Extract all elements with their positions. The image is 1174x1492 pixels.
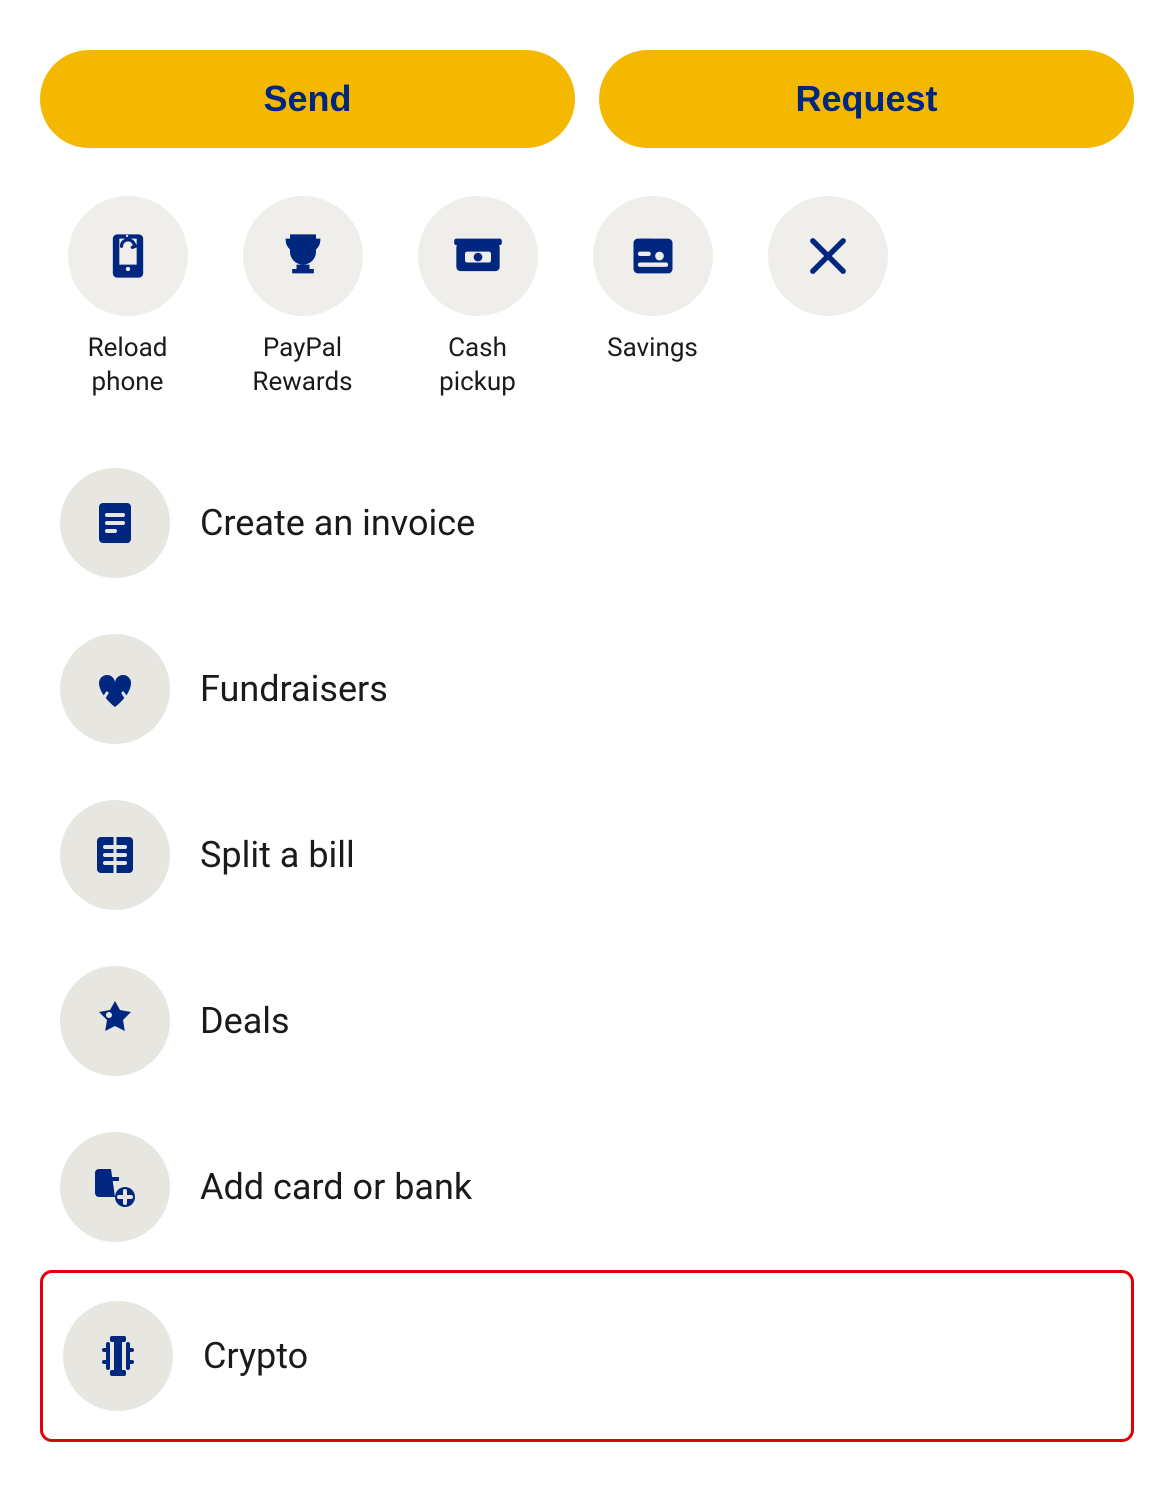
paypal-rewards-label: PayPalRewards [252, 332, 352, 400]
reload-phone-label: Reloadphone [88, 332, 168, 400]
deals-icon [91, 997, 139, 1045]
add-card-icon [91, 1163, 139, 1211]
close-icon [802, 230, 854, 282]
icon-grid: Reloadphone PayPalRewards Cashpickup [40, 196, 1134, 400]
split-bill-label: Split a bill [200, 834, 355, 876]
fundraisers-icon [91, 665, 139, 713]
reload-phone-icon-circle [68, 196, 188, 316]
reload-phone-icon [102, 230, 154, 282]
cash-pickup-icon [452, 230, 504, 282]
crypto-item[interactable]: Crypto [40, 1270, 1134, 1442]
paypal-rewards-icon-circle [243, 196, 363, 316]
fundraisers-item[interactable]: Fundraisers [40, 606, 1134, 772]
invoice-icon [91, 499, 139, 547]
savings-label: Savings [607, 332, 698, 366]
invoice-icon-circle [60, 468, 170, 578]
split-bill-item[interactable]: Split a bill [40, 772, 1134, 938]
crypto-icon [94, 1332, 142, 1380]
cash-pickup-icon-circle [418, 196, 538, 316]
close-icon-circle [768, 196, 888, 316]
fundraisers-icon-circle [60, 634, 170, 744]
close-item[interactable] [740, 196, 915, 332]
paypal-rewards-item[interactable]: PayPalRewards [215, 196, 390, 400]
split-bill-icon [91, 831, 139, 879]
savings-item[interactable]: Savings [565, 196, 740, 366]
deals-icon-circle [60, 966, 170, 1076]
create-invoice-label: Create an invoice [200, 502, 475, 544]
deals-item[interactable]: Deals [40, 938, 1134, 1104]
send-button[interactable]: Send [40, 50, 575, 148]
split-bill-icon-circle [60, 800, 170, 910]
crypto-label: Crypto [203, 1335, 308, 1377]
reload-phone-item[interactable]: Reloadphone [40, 196, 215, 400]
cash-pickup-label: Cashpickup [439, 332, 516, 400]
trophy-icon [277, 230, 329, 282]
request-button[interactable]: Request [599, 50, 1134, 148]
fundraisers-label: Fundraisers [200, 668, 388, 710]
savings-icon-circle [593, 196, 713, 316]
list-section: Create an invoice Fundraisers Split a bi… [40, 440, 1134, 1442]
cash-pickup-item[interactable]: Cashpickup [390, 196, 565, 400]
deals-label: Deals [200, 1000, 290, 1042]
savings-icon [627, 230, 679, 282]
crypto-icon-circle [63, 1301, 173, 1411]
add-card-or-bank-item[interactable]: Add card or bank [40, 1104, 1134, 1270]
create-invoice-item[interactable]: Create an invoice [40, 440, 1134, 606]
top-buttons: Send Request [40, 50, 1134, 148]
add-card-icon-circle [60, 1132, 170, 1242]
add-card-label: Add card or bank [200, 1166, 472, 1208]
